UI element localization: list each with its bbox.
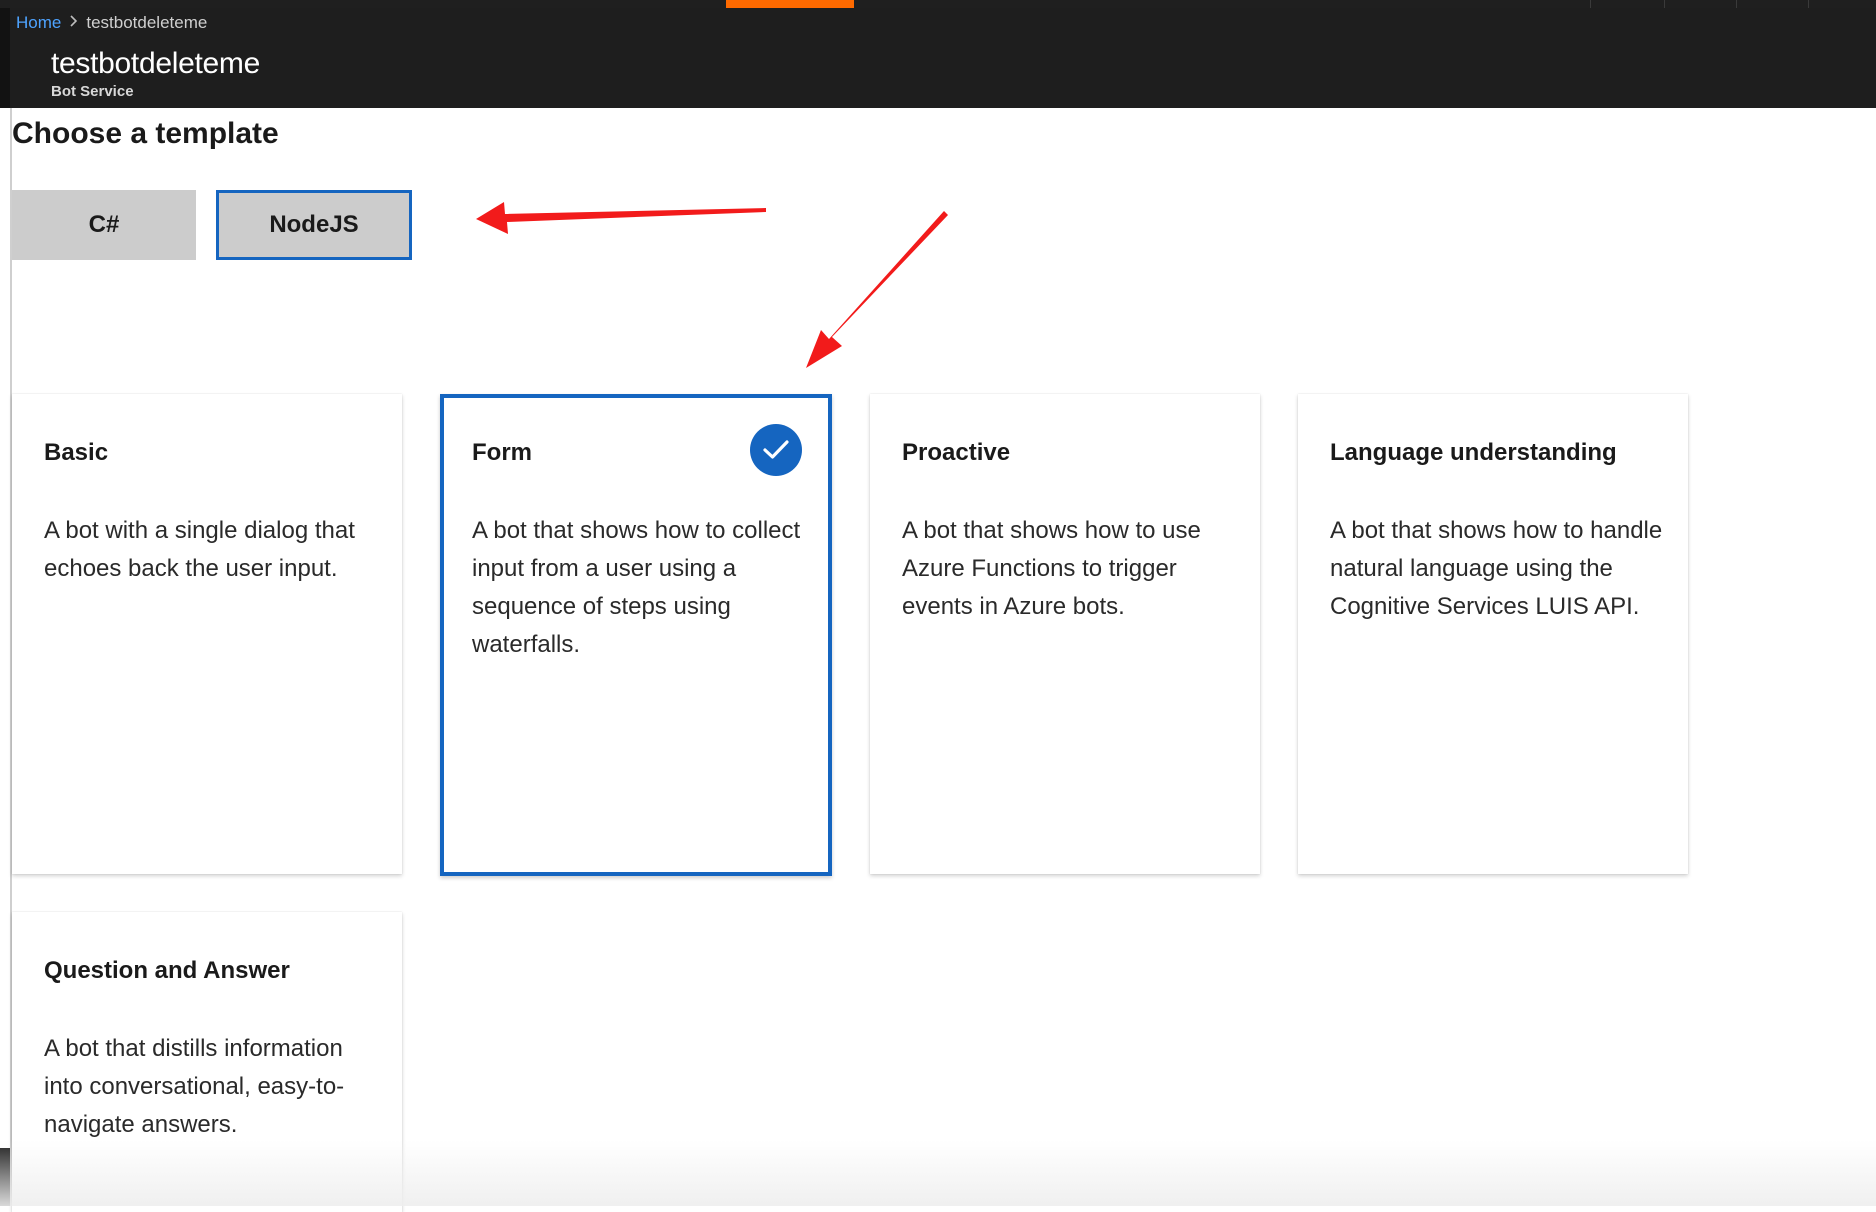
- resource-subtitle: Bot Service: [51, 83, 134, 100]
- template-description: A bot that shows how to handle natural l…: [1330, 517, 1663, 620]
- template-description: A bot that shows how to use Azure Functi…: [902, 517, 1201, 620]
- language-button-nodejs[interactable]: NodeJS: [216, 190, 412, 260]
- template-card-proactive[interactable]: Proactive A bot that shows how to use Az…: [870, 394, 1260, 874]
- template-description: A bot that shows how to collect input fr…: [472, 517, 801, 658]
- topbar-divider: [1736, 0, 1737, 8]
- template-title: Proactive: [902, 439, 1011, 466]
- resource-header: Home testbotdeleteme testbotdeleteme Bot…: [0, 8, 1876, 108]
- language-button-csharp[interactable]: C#: [12, 190, 196, 260]
- page-heading: Choose a template: [12, 117, 279, 150]
- template-card-question-and-answer[interactable]: Question and Answer A bot that distills …: [12, 912, 402, 1212]
- template-title: Question and Answer: [44, 957, 290, 984]
- topbar-divider: [1664, 0, 1665, 8]
- topbar-divider: [1808, 0, 1809, 8]
- breadcrumb-current: testbotdeleteme: [86, 13, 208, 32]
- template-title: Form: [472, 439, 532, 466]
- resource-title: testbotdeleteme: [51, 47, 260, 80]
- blade-left-edge: [0, 108, 12, 1206]
- template-description: A bot that distills information into con…: [44, 1035, 345, 1138]
- template-description: A bot with a single dialog that echoes b…: [44, 517, 355, 582]
- portal-top-bar: [0, 0, 1876, 8]
- chevron-right-icon: [69, 10, 78, 36]
- template-title: Language understanding: [1330, 439, 1617, 466]
- template-card-language-understanding[interactable]: Language understanding A bot that shows …: [1298, 394, 1688, 874]
- active-tab-indicator: [726, 0, 854, 8]
- breadcrumb: Home testbotdeleteme: [16, 10, 207, 36]
- template-card-basic[interactable]: Basic A bot with a single dialog that ec…: [12, 394, 402, 874]
- blade-left-edge-shadow: [0, 1148, 10, 1206]
- template-card-form[interactable]: Form A bot that shows how to collect inp…: [440, 394, 832, 876]
- template-title: Basic: [44, 439, 109, 466]
- breadcrumb-home-link[interactable]: Home: [16, 10, 61, 36]
- left-nav-rail: [0, 8, 10, 108]
- checkmark-icon: [750, 424, 802, 476]
- main-content: Choose a template C# NodeJS Basic A bot …: [0, 108, 1876, 1212]
- topbar-divider: [1590, 0, 1591, 8]
